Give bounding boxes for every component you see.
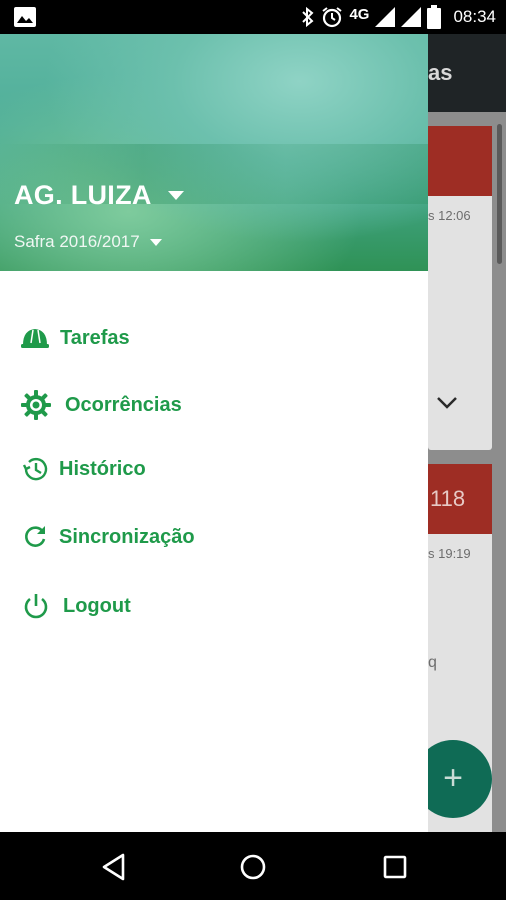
account-selector[interactable]: AG. LUIZA xyxy=(14,180,184,211)
drawer-header: AG. LUIZA Safra 2016/2017 xyxy=(0,34,428,271)
back-icon[interactable] xyxy=(99,852,129,882)
task-card: s 12:06 xyxy=(428,126,492,450)
battery-icon xyxy=(427,5,442,29)
status-bar: 4G 08:34 xyxy=(0,0,506,34)
recents-icon[interactable] xyxy=(380,852,410,882)
dropdown-arrow-icon xyxy=(149,238,162,246)
gear-icon xyxy=(21,390,51,420)
menu-item-historico[interactable]: Histórico xyxy=(0,439,428,499)
card-header: 118 xyxy=(428,464,492,534)
season-label: Safra 2016/2017 xyxy=(14,232,140,251)
menu-item-label: Ocorrências xyxy=(65,393,182,416)
menu-item-label: Sincronização xyxy=(59,525,195,548)
menu-item-logout[interactable]: Logout xyxy=(0,576,428,636)
dropdown-arrow-icon xyxy=(167,191,184,200)
menu-item-label: Histórico xyxy=(59,457,146,480)
card-timestamp: s 12:06 xyxy=(428,208,471,223)
menu-item-ocorrencias[interactable]: Ocorrências xyxy=(0,375,428,435)
menu-item-tarefas[interactable]: Tarefas xyxy=(0,308,428,368)
card-header xyxy=(428,126,492,196)
signal-icon xyxy=(375,7,396,27)
card-text-fragment: q xyxy=(428,654,437,671)
scrollbar-thumb xyxy=(497,124,502,264)
clock: 08:34 xyxy=(453,7,496,26)
network-type: 4G xyxy=(349,5,370,23)
home-icon[interactable] xyxy=(238,852,268,882)
season-selector[interactable]: Safra 2016/2017 xyxy=(14,232,162,252)
status-icons: 4G 08:34 xyxy=(301,0,496,34)
bluetooth-icon xyxy=(302,6,314,28)
history-icon xyxy=(20,454,50,484)
card-timestamp: s 19:19 xyxy=(428,546,471,561)
toolbar-title-fragment: as xyxy=(428,60,453,85)
alarm-icon xyxy=(322,7,343,28)
sync-icon xyxy=(20,522,50,552)
menu-item-sincronizacao[interactable]: Sincronização xyxy=(0,507,428,567)
power-icon xyxy=(21,591,51,621)
chevron-down-icon xyxy=(437,397,457,409)
system-navigation-bar xyxy=(0,832,506,900)
hard-hat-icon xyxy=(20,323,50,353)
navigation-drawer: AG. LUIZA Safra 2016/2017 Tarefas Ocorrê… xyxy=(0,34,428,832)
menu-item-label: Logout xyxy=(63,594,131,617)
account-name: AG. LUIZA xyxy=(14,180,152,210)
signal-icon xyxy=(401,7,422,27)
gallery-icon xyxy=(14,7,36,27)
menu-item-label: Tarefas xyxy=(60,326,130,349)
